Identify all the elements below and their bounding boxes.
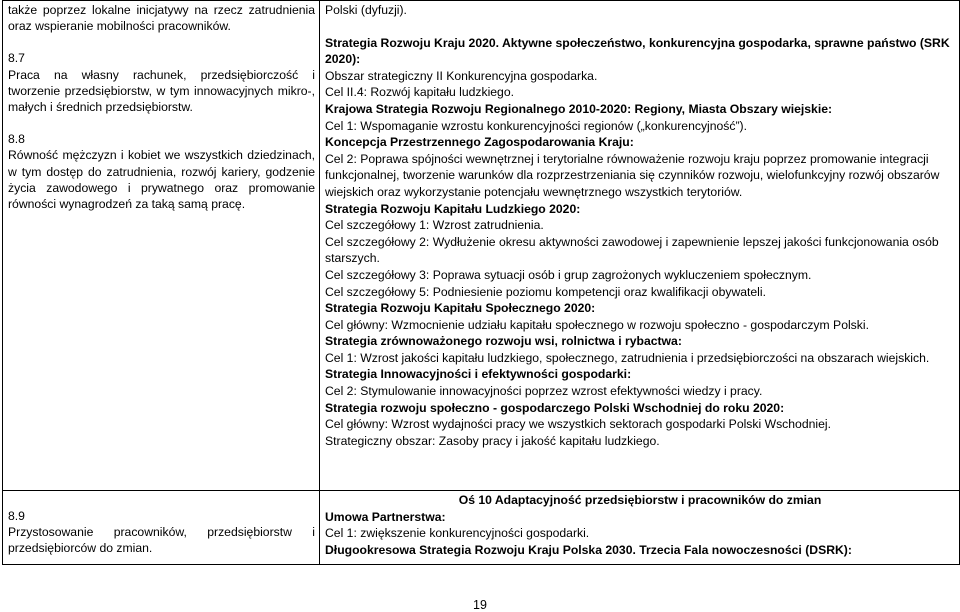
strategy-heading: Strategia zrównoważonego rozwoju wsi, ro… (325, 334, 682, 349)
item-8-7-text: Praca na własny rachunek, przedsiębiorcz… (8, 67, 315, 115)
strategy-line: Cel szczegółowy 1: Wzrost zatrudnienia. (325, 218, 544, 233)
strategy-line: Polski (dyfuzji). (325, 3, 407, 17)
strategy-line: Cel 2: Poprawa spójności wewnętrznej i t… (325, 151, 940, 199)
axis-heading: Oś 10 Adaptacyjność przedsiębiorstw i pr… (458, 493, 822, 507)
intro-text: także poprzez lokalne inicjatywy na rzec… (8, 3, 315, 34)
strategy-line: Strategiczny obszar: Zasoby pracy i jako… (325, 433, 660, 448)
priority-cell: także poprzez lokalne inicjatywy na rzec… (2, 0, 320, 491)
strategy-heading: Długookresowa Strategia Rozwoju Kraju Po… (325, 542, 852, 557)
table-row: także poprzez lokalne inicjatywy na rzec… (2, 0, 960, 491)
strategy-line: Cel główny: Wzrost wydajności pracy we w… (325, 417, 831, 432)
strategy-line: Cel 1: Wspomaganie wzrostu konkurencyjno… (325, 118, 747, 133)
document-page: także poprzez lokalne inicjatywy na rzec… (0, 0, 960, 612)
item-8-9-text: Przystosowanie pracowników, przedsiębior… (8, 525, 315, 556)
strategy-line: Cel główny: Wzmocnienie udziału kapitału… (325, 317, 869, 332)
strategy-line: Obszar strategiczny II Konkurencyjna gos… (325, 68, 598, 83)
strategy-heading: Strategia Rozwoju Kraju 2020. Aktywne sp… (325, 35, 950, 67)
item-8-8-text: Równość mężczyzn i kobiet we wszystkich … (8, 148, 315, 212)
item-8-7-number: 8.7 (8, 51, 25, 66)
strategy-line: Cel szczegółowy 5: Podniesienie poziomu … (325, 284, 766, 299)
page-number: 19 (473, 598, 487, 612)
strategy-line: Cel 1: Wzrost jakości kapitału ludzkiego… (325, 350, 930, 365)
item-8-9-number: 8.9 (8, 509, 25, 523)
strategy-line: Cel II.4: Rozwój kapitału ludzkiego. (325, 85, 515, 100)
strategy-heading: Strategia Rozwoju Kapitału Ludzkiego 202… (325, 201, 581, 216)
strategy-heading: Umowa Partnerstwa: (325, 509, 446, 524)
strategy-line: Cel 1: zwiększenie konkurencyjności gosp… (325, 526, 590, 541)
strategy-heading: Strategia rozwoju społeczno - gospodarcz… (325, 400, 785, 415)
strategy-heading: Koncepcja Przestrzennego Zagospodarowani… (325, 135, 634, 150)
table-row: 8.9 Przystosowanie pracowników, przedsię… (2, 490, 960, 565)
strategy-heading: Strategia Rozwoju Kapitału Społecznego 2… (325, 301, 596, 316)
strategy-cell: Oś 10 Adaptacyjność przedsiębiorstw i pr… (319, 490, 960, 565)
strategy-lines: Polski (dyfuzji). Strategia Rozwoju Kraju… (325, 2, 955, 449)
strategy-line: Cel szczegółowy 2: Wydłużenie okresu akt… (325, 234, 939, 266)
strategy-lines: Umowa Partnerstwa: Cel 1: zwiększenie kon… (325, 509, 955, 559)
alignment-table: także poprzez lokalne inicjatywy na rzec… (2, 0, 960, 565)
strategy-heading: Krajowa Strategia Rozwoju Regionalnego 2… (325, 101, 833, 116)
strategy-heading: Strategia Innowacyjności i efektywności … (325, 367, 632, 382)
priority-cell: 8.9 Przystosowanie pracowników, przedsię… (2, 490, 320, 565)
item-8-8-number: 8.8 (8, 132, 25, 147)
strategy-line: Cel 2: Stymulowanie innowacyjności poprz… (325, 384, 763, 399)
strategy-cell: Polski (dyfuzji). Strategia Rozwoju Kraju… (319, 0, 960, 491)
strategy-line: Cel szczegółowy 3: Poprawa sytuacji osób… (325, 267, 812, 282)
